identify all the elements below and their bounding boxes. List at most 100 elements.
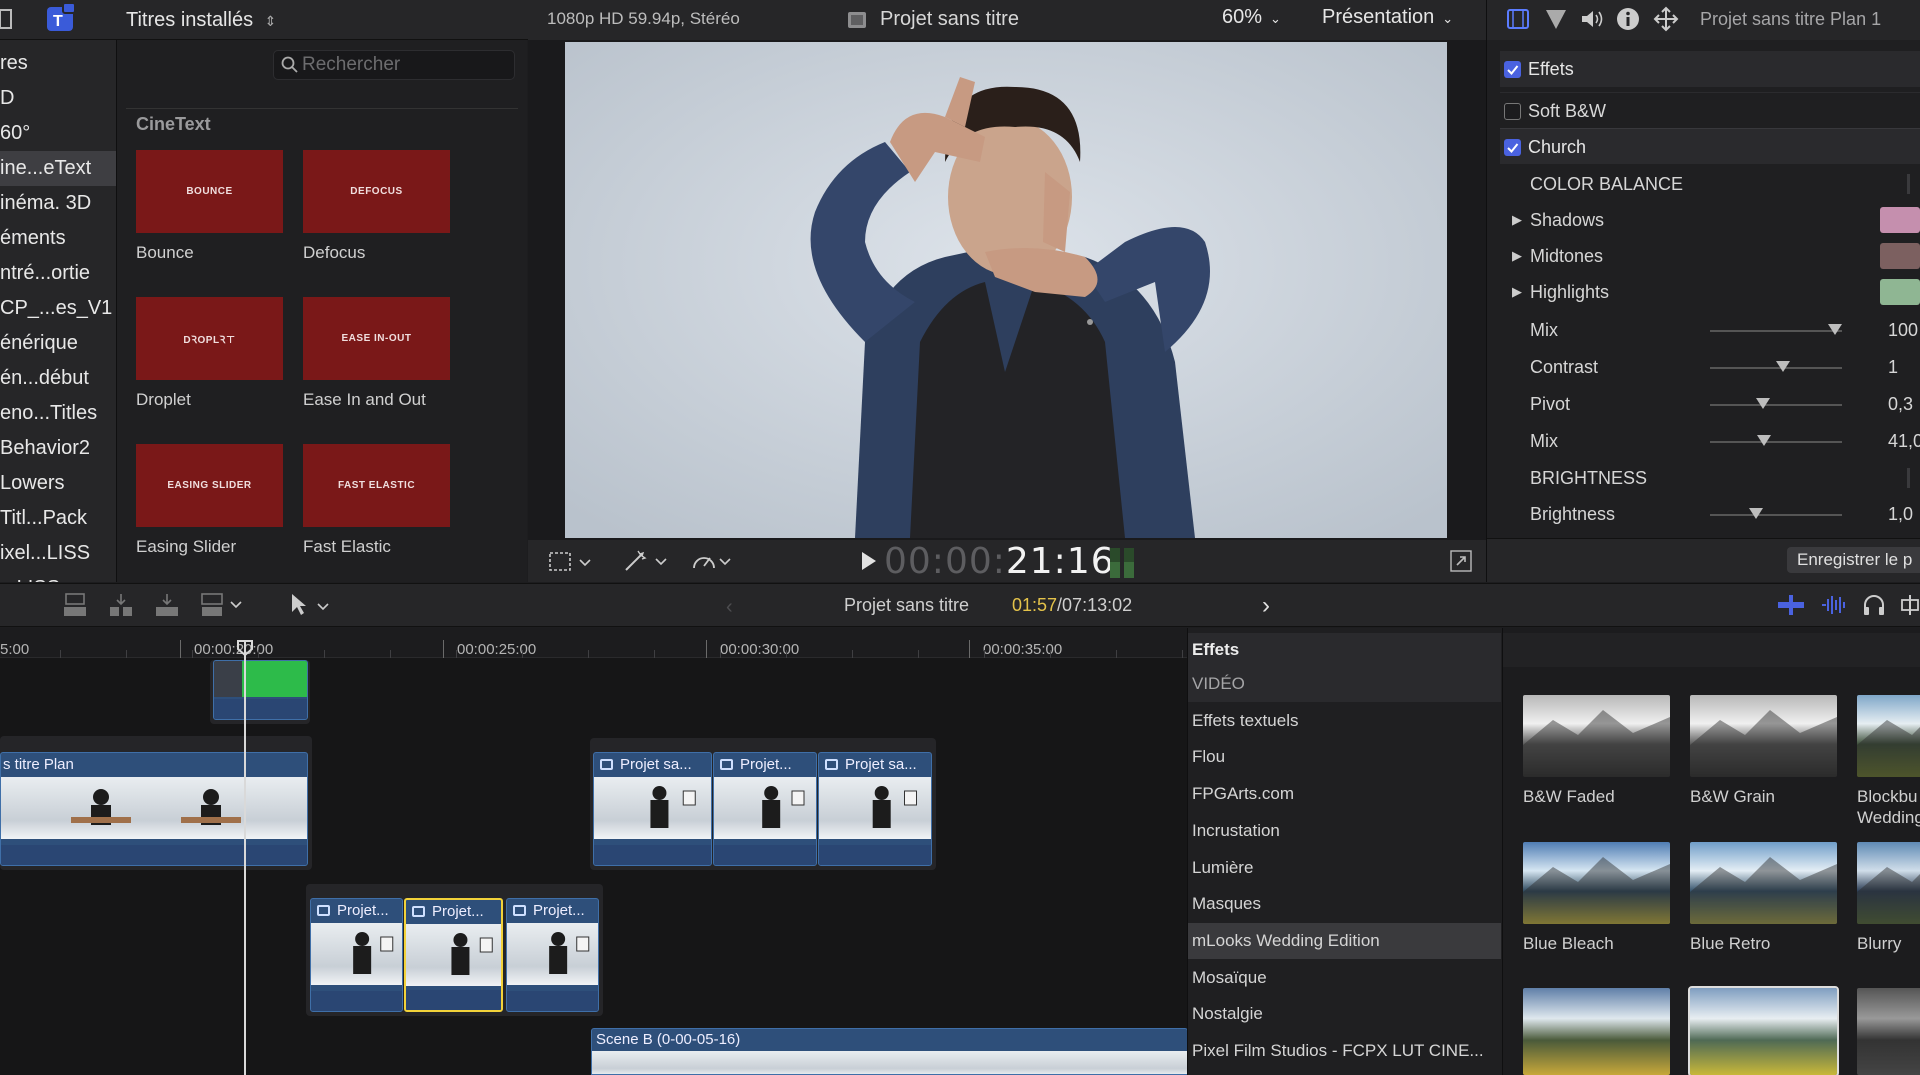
effects-category[interactable]: Pixel Film Studios - FCPX LUT CINE... (1192, 1033, 1497, 1069)
highlights-row[interactable]: ▶ Highlights (1502, 274, 1920, 310)
primary-clip[interactable]: s titre Plan (0, 752, 308, 866)
library-item[interactable]: énérique (0, 326, 116, 361)
slider-track[interactable] (1710, 330, 1842, 332)
fullscreen-icon[interactable] (1450, 550, 1472, 577)
library-item[interactable]: Behavior2 (0, 431, 116, 466)
library-item[interactable]: ixel...LISS (0, 536, 116, 571)
slider-knob[interactable] (1828, 324, 1842, 335)
title-thumbnail[interactable]: DEFOCUS (303, 150, 450, 233)
effects-row[interactable]: Effets (1500, 51, 1920, 87)
library-item[interactable]: 60° (0, 116, 116, 151)
playhead[interactable] (244, 642, 246, 1075)
retime-icon[interactable] (690, 548, 736, 579)
effects-category[interactable]: Lumière (1192, 850, 1497, 886)
color-inspector-icon[interactable] (1545, 8, 1567, 35)
library-item[interactable]: ntré...ortie (0, 256, 116, 291)
overwrite-clip-icon[interactable] (200, 592, 244, 623)
share-inspector-icon[interactable] (1653, 6, 1679, 37)
timecode-display[interactable]: 00:00:21:16 (884, 541, 1115, 582)
library-item[interactable]: Lowers (0, 466, 116, 501)
effect-thumbnail[interactable] (1857, 695, 1920, 777)
forward-arrow-icon[interactable]: › (1262, 592, 1270, 620)
midtones-color-swatch[interactable] (1880, 243, 1920, 269)
shadows-row[interactable]: ▶ Shadows (1502, 202, 1920, 238)
shadows-color-swatch[interactable] (1880, 207, 1920, 233)
effects-category[interactable]: Mosaïque (1192, 960, 1497, 996)
play-icon[interactable] (860, 551, 878, 576)
library-dropdown[interactable]: Titres installés ⇕ (126, 6, 276, 34)
effects-category[interactable]: Nostalgie (1192, 996, 1497, 1032)
slider-value[interactable]: 100 (1888, 320, 1918, 341)
slider-knob[interactable] (1757, 435, 1771, 446)
view-dropdown[interactable]: Présentation ⌄ (1322, 6, 1453, 29)
info-inspector-icon[interactable] (1616, 7, 1640, 36)
library-item[interactable]: CP_...es_V1 (0, 291, 116, 326)
slider-value[interactable]: 1 (1888, 357, 1898, 378)
enhance-wand-icon[interactable] (622, 548, 668, 579)
slider-knob[interactable] (1776, 361, 1790, 372)
timeline-clip[interactable]: Projet sa... (593, 752, 712, 866)
timeline-clip[interactable]: Projet... (310, 898, 403, 1012)
slider-value[interactable]: 1,0 (1888, 504, 1913, 525)
color-balance-control[interactable] (1907, 174, 1910, 194)
effects-category[interactable]: Masques (1192, 886, 1497, 922)
library-item[interactable]: ...LISS (0, 571, 116, 582)
timeline-clip[interactable]: Projet... (404, 898, 503, 1012)
effect-thumbnail[interactable] (1688, 986, 1839, 1075)
slider-value[interactable]: 0,3 (1888, 394, 1913, 415)
connected-clip[interactable] (213, 660, 308, 720)
library-item[interactable]: D (0, 81, 116, 116)
scene-clip[interactable]: Scene B (0-00-05-16) (591, 1028, 1188, 1075)
library-item[interactable]: res (0, 46, 116, 81)
headphones-icon[interactable] (1862, 593, 1886, 622)
titles-browser-icon[interactable]: T (44, 2, 78, 36)
audio-inspector-icon[interactable] (1580, 8, 1604, 35)
library-item[interactable]: ine...eText (0, 151, 116, 186)
append-clip-icon[interactable] (154, 592, 180, 623)
disclosure-triangle-icon[interactable]: ▶ (1512, 274, 1522, 310)
church-checkbox[interactable] (1504, 139, 1521, 156)
library-item[interactable]: Titl...Pack (0, 501, 116, 536)
midtones-row[interactable]: ▶ Midtones (1502, 238, 1920, 274)
viewer-video[interactable] (565, 42, 1447, 538)
church-row[interactable]: Church (1500, 128, 1920, 164)
effects-category[interactable]: Flou (1192, 739, 1497, 775)
library-item[interactable]: éments (0, 221, 116, 256)
effect-thumbnail[interactable] (1523, 695, 1670, 777)
effects-category[interactable]: VIDÉO (1188, 666, 1501, 702)
effect-thumbnail[interactable] (1523, 842, 1670, 924)
library-item[interactable]: én...début (0, 361, 116, 396)
select-tool-icon[interactable] (288, 592, 332, 623)
effect-thumbnail[interactable] (1857, 988, 1920, 1075)
effects-category[interactable]: mLooks Wedding Edition (1192, 923, 1497, 959)
slider-knob[interactable] (1756, 398, 1770, 409)
library-item[interactable]: eno...Titles (0, 396, 116, 431)
audio-skimming-icon[interactable] (1820, 594, 1850, 621)
slider-value[interactable]: 41,0 (1888, 431, 1920, 452)
title-thumbnail[interactable]: FAST ELASTIC (303, 444, 450, 527)
effect-thumbnail[interactable] (1523, 988, 1670, 1075)
timeline-clip[interactable]: Projet... (506, 898, 599, 1012)
title-thumbnail[interactable]: DꝚOPLꝚ⊤ (136, 297, 283, 380)
transform-icon[interactable] (548, 550, 594, 579)
insert-clip-icon[interactable] (108, 592, 134, 623)
disclosure-triangle-icon[interactable]: ▶ (1512, 202, 1522, 238)
video-inspector-icon[interactable] (1507, 8, 1529, 35)
connect-clip-icon[interactable] (62, 592, 88, 623)
effects-category[interactable]: Incrustation (1192, 813, 1497, 849)
highlights-color-swatch[interactable] (1880, 279, 1920, 305)
video-skimming-icon[interactable] (1776, 594, 1806, 621)
effects-checkbox[interactable] (1504, 61, 1521, 78)
save-preset-button[interactable]: Enregistrer le p (1787, 547, 1920, 573)
title-thumbnail[interactable]: EASING SLIDER (136, 444, 283, 527)
back-arrow-icon[interactable]: ‹ (726, 596, 733, 619)
snapping-icon[interactable] (1900, 594, 1920, 621)
slider-knob[interactable] (1749, 508, 1763, 519)
slider-track[interactable] (1710, 441, 1842, 443)
soft-bw-row[interactable]: Soft B&W (1500, 92, 1920, 128)
effects-category[interactable]: FPGArts.com (1192, 776, 1497, 812)
brightness-header-control[interactable] (1907, 468, 1910, 488)
timeline-clip[interactable]: Projet sa... (818, 752, 932, 866)
slider-track[interactable] (1710, 514, 1842, 516)
library-item[interactable]: inéma. 3D (0, 186, 116, 221)
